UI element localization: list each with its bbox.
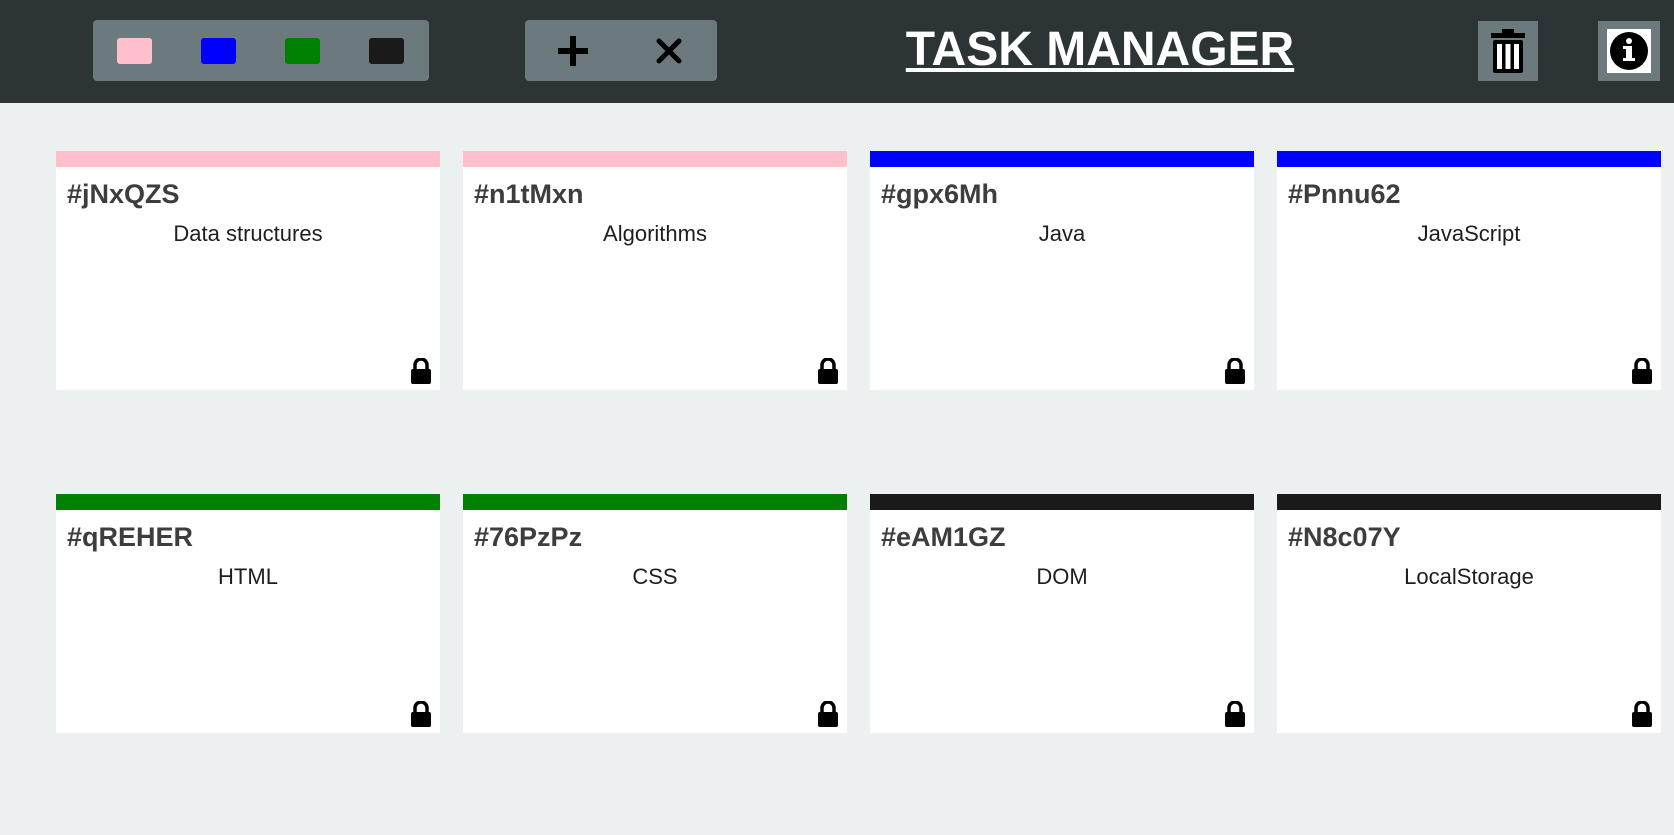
filter-green-button[interactable] bbox=[285, 38, 320, 64]
ticket-task: Algorithms bbox=[603, 221, 707, 246]
ticket-card[interactable]: #n1tMxn Algorithms bbox=[463, 151, 847, 390]
filter-blue-button[interactable] bbox=[201, 38, 236, 64]
lock-icon[interactable] bbox=[410, 358, 432, 384]
toolbar: TASK MANAGER bbox=[0, 0, 1674, 103]
ticket-id: #76PzPz bbox=[474, 522, 583, 552]
lock-icon[interactable] bbox=[817, 701, 839, 727]
filter-black-button[interactable] bbox=[369, 38, 404, 64]
filter-pink-button[interactable] bbox=[117, 38, 152, 64]
lock-icon[interactable] bbox=[1631, 701, 1653, 727]
ticket-color-bar[interactable] bbox=[1277, 494, 1661, 510]
ticket-color-bar[interactable] bbox=[56, 151, 440, 167]
lock-icon[interactable] bbox=[817, 358, 839, 384]
ticket-task: Data structures bbox=[173, 221, 323, 246]
lock-icon[interactable] bbox=[1224, 701, 1246, 727]
lock-icon[interactable] bbox=[1631, 358, 1653, 384]
ticket-task: JavaScript bbox=[1417, 221, 1521, 246]
ticket-task: Java bbox=[1038, 221, 1086, 246]
color-filter-group bbox=[93, 20, 429, 81]
ticket-card[interactable]: #jNxQZS Data structures bbox=[56, 151, 440, 390]
ticket-color-bar[interactable] bbox=[870, 151, 1254, 167]
ticket-id: #gpx6Mh bbox=[881, 179, 999, 209]
ticket-card[interactable]: #eAM1GZ DOM bbox=[870, 494, 1254, 733]
info-icon bbox=[1607, 29, 1651, 73]
ticket-task: HTML bbox=[218, 564, 278, 589]
ticket-id: #Pnnu62 bbox=[1288, 179, 1401, 209]
ticket-card[interactable]: #Pnnu62 JavaScript bbox=[1277, 151, 1661, 390]
ticket-color-bar[interactable] bbox=[1277, 151, 1661, 167]
ticket-card[interactable]: #qREHER HTML bbox=[56, 494, 440, 733]
action-group bbox=[525, 20, 717, 81]
remove-button[interactable] bbox=[639, 28, 699, 73]
ticket-color-bar[interactable] bbox=[463, 151, 847, 167]
ticket-card[interactable]: #N8c07Y LocalStorage bbox=[1277, 494, 1661, 733]
ticket-card[interactable]: #76PzPz CSS bbox=[463, 494, 847, 733]
info-button[interactable] bbox=[1598, 21, 1660, 81]
ticket-task: DOM bbox=[1036, 564, 1088, 589]
lock-icon[interactable] bbox=[410, 701, 432, 727]
ticket-id: #jNxQZS bbox=[67, 179, 180, 209]
ticket-card[interactable]: #gpx6Mh Java bbox=[870, 151, 1254, 390]
plus-icon bbox=[558, 35, 588, 66]
app-title: TASK MANAGER bbox=[905, 23, 1295, 76]
ticket-grid: #jNxQZS Data structures #n1tMxn Algorith… bbox=[56, 151, 1661, 733]
ticket-color-bar[interactable] bbox=[463, 494, 847, 510]
ticket-task: LocalStorage bbox=[1404, 564, 1534, 589]
ticket-id: #n1tMxn bbox=[474, 179, 584, 209]
add-button[interactable] bbox=[543, 28, 603, 73]
ticket-task: CSS bbox=[632, 564, 678, 589]
ticket-id: #qREHER bbox=[67, 522, 194, 552]
ticket-color-bar[interactable] bbox=[870, 494, 1254, 510]
ticket-id: #eAM1GZ bbox=[881, 522, 1006, 552]
trash-button[interactable] bbox=[1478, 21, 1538, 81]
ticket-id: #N8c07Y bbox=[1288, 522, 1401, 552]
ticket-color-bar[interactable] bbox=[56, 494, 440, 510]
trash-icon bbox=[1491, 29, 1525, 73]
close-icon bbox=[656, 38, 682, 63]
lock-icon[interactable] bbox=[1224, 358, 1246, 384]
